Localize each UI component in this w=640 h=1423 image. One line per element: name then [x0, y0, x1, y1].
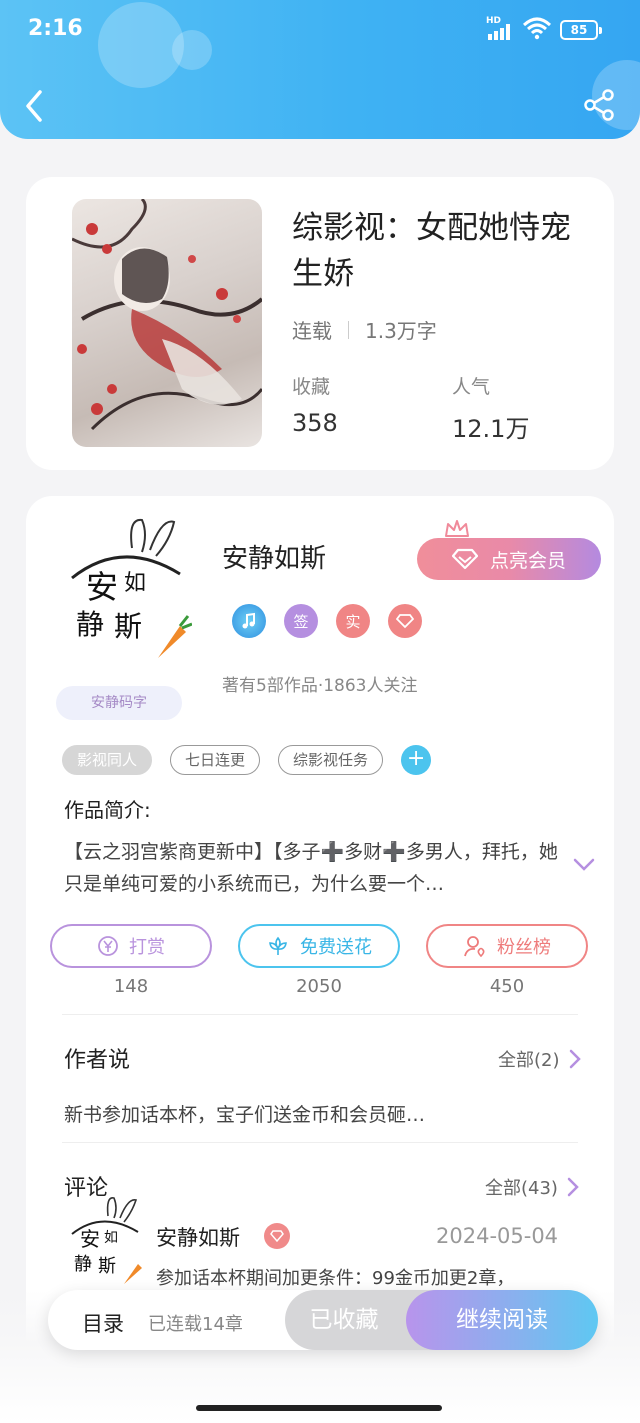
signal-icon: HD: [486, 16, 522, 42]
sign-badge: 签: [284, 604, 318, 638]
fan-label: 粉丝榜: [497, 937, 551, 958]
favorites-label: 收藏: [292, 376, 331, 398]
comment-user[interactable]: 安静如斯: [156, 1222, 240, 1252]
wifi-icon: [522, 17, 552, 40]
fan-ranking-button[interactable]: 粉丝榜: [426, 924, 588, 968]
intro-label: 作品简介:: [64, 798, 151, 822]
bottom-action-bar: 目录 已连载14章 已收藏 继续阅读: [48, 1290, 598, 1350]
verified-badge: 实: [336, 604, 370, 638]
tip-label: 打赏: [129, 937, 165, 958]
favorites-value: 358: [292, 409, 338, 437]
svg-text:斯: 斯: [114, 610, 142, 643]
author-badges: 签 实: [232, 604, 422, 638]
diamond-badge-icon: [388, 604, 422, 638]
tag-item[interactable]: 综影视任务: [278, 745, 384, 775]
cover-illustration: [72, 199, 262, 431]
book-status: 连载: [292, 319, 332, 343]
book-cover[interactable]: [72, 199, 262, 447]
home-indicator: [196, 1405, 442, 1411]
continue-reading-button[interactable]: 继续阅读: [406, 1290, 598, 1350]
tip-count: 148: [113, 976, 149, 997]
crown-icon: [445, 520, 469, 537]
book-word-count: 1.3万字: [365, 319, 437, 343]
app-header: 2:16 HD 85: [0, 0, 640, 139]
book-title: 综影视：女配她恃宠生娇: [292, 210, 571, 292]
tip-button[interactable]: 打赏: [50, 924, 212, 968]
author-badge: 安静码字: [56, 686, 182, 720]
svg-text:如: 如: [104, 1230, 118, 1246]
divider: [62, 1014, 578, 1015]
comments-more-label: 全部(43): [485, 1178, 558, 1199]
tag-item[interactable]: 七日连更: [170, 745, 261, 775]
toc-button[interactable]: 目录: [82, 1308, 124, 1338]
vip-button-label: 点亮会员: [489, 549, 566, 572]
popularity-value: 12.1万: [452, 415, 530, 443]
favorited-label: 已收藏: [309, 1307, 379, 1333]
tag-item[interactable]: 影视同人: [62, 745, 153, 775]
svg-text:安: 安: [86, 568, 118, 606]
book-info-card: 综影视：女配她恃宠生娇 连载 1.3万字 收藏 358 人气 12.1万: [26, 177, 614, 470]
add-tag-button[interactable]: +: [401, 745, 432, 775]
popularity-label: 人气: [452, 376, 491, 398]
flower-icon: [269, 936, 287, 955]
status-bar: 2:16 HD 85: [0, 0, 640, 60]
flower-label: 免费送花: [300, 937, 372, 958]
chevron-right-icon: [567, 1177, 579, 1197]
continue-label: 继续阅读: [456, 1307, 548, 1333]
svg-text:斯: 斯: [98, 1256, 116, 1277]
back-icon[interactable]: [20, 86, 50, 126]
light-up-vip-button[interactable]: 点亮会员: [417, 538, 601, 580]
detail-card: 安 如 静 斯 安静码字 安静如斯 点亮会员 签 实 著有5部作品·1863人关…: [26, 496, 614, 1423]
svg-text:静: 静: [74, 1254, 92, 1275]
author-says-more-label: 全部(2): [498, 1050, 560, 1071]
flower-count: 2050: [296, 976, 342, 997]
fan-icon: [464, 936, 485, 958]
author-says-title: 作者说: [64, 1048, 131, 1073]
share-icon[interactable]: [582, 88, 616, 122]
comment-text[interactable]: 参加话本杯期间加更条件：99金币加更2章，: [156, 1264, 514, 1290]
diamond-badge-icon: [264, 1223, 290, 1249]
svg-text:安: 安: [80, 1227, 100, 1251]
author-name[interactable]: 安静如斯: [222, 538, 326, 575]
intro-text[interactable]: 【云之羽宫紫商更新中】【多子➕多财➕多男人，拜托，她只是单纯可爱的小系统而已，为…: [64, 836, 564, 900]
toc-chapter-count[interactable]: 已连载14章: [148, 1310, 243, 1336]
fan-count: 450: [489, 976, 525, 997]
diamond-icon: [451, 548, 478, 570]
book-meta: 连载 1.3万字: [292, 315, 437, 344]
svg-text:如: 如: [124, 571, 146, 596]
author-says-more[interactable]: 全部(2): [498, 1046, 582, 1072]
author-info: 著有5部作品·1863人关注: [222, 676, 418, 696]
divider: [62, 1142, 578, 1143]
comments-more[interactable]: 全部(43): [485, 1174, 580, 1200]
music-medal-icon: [232, 604, 266, 638]
comment-date: 2024-05-04: [436, 1224, 559, 1248]
chevron-right-icon: [569, 1049, 581, 1069]
status-time: 2:16: [28, 16, 83, 41]
battery-icon: 85: [560, 20, 602, 40]
author-avatar[interactable]: 安 如 静 斯: [62, 508, 192, 668]
author-says-text[interactable]: 新书参加话本杯，宝子们送金币和会员砸…: [64, 1100, 425, 1127]
comment-avatar[interactable]: 安 如 静 斯: [66, 1192, 146, 1288]
chevron-down-icon[interactable]: [572, 854, 596, 874]
free-flower-button[interactable]: 免费送花: [238, 924, 400, 968]
svg-text:静: 静: [76, 608, 104, 641]
tag-list: 影视同人 七日连更 综影视任务 +: [62, 745, 432, 775]
yen-icon: [98, 936, 118, 956]
